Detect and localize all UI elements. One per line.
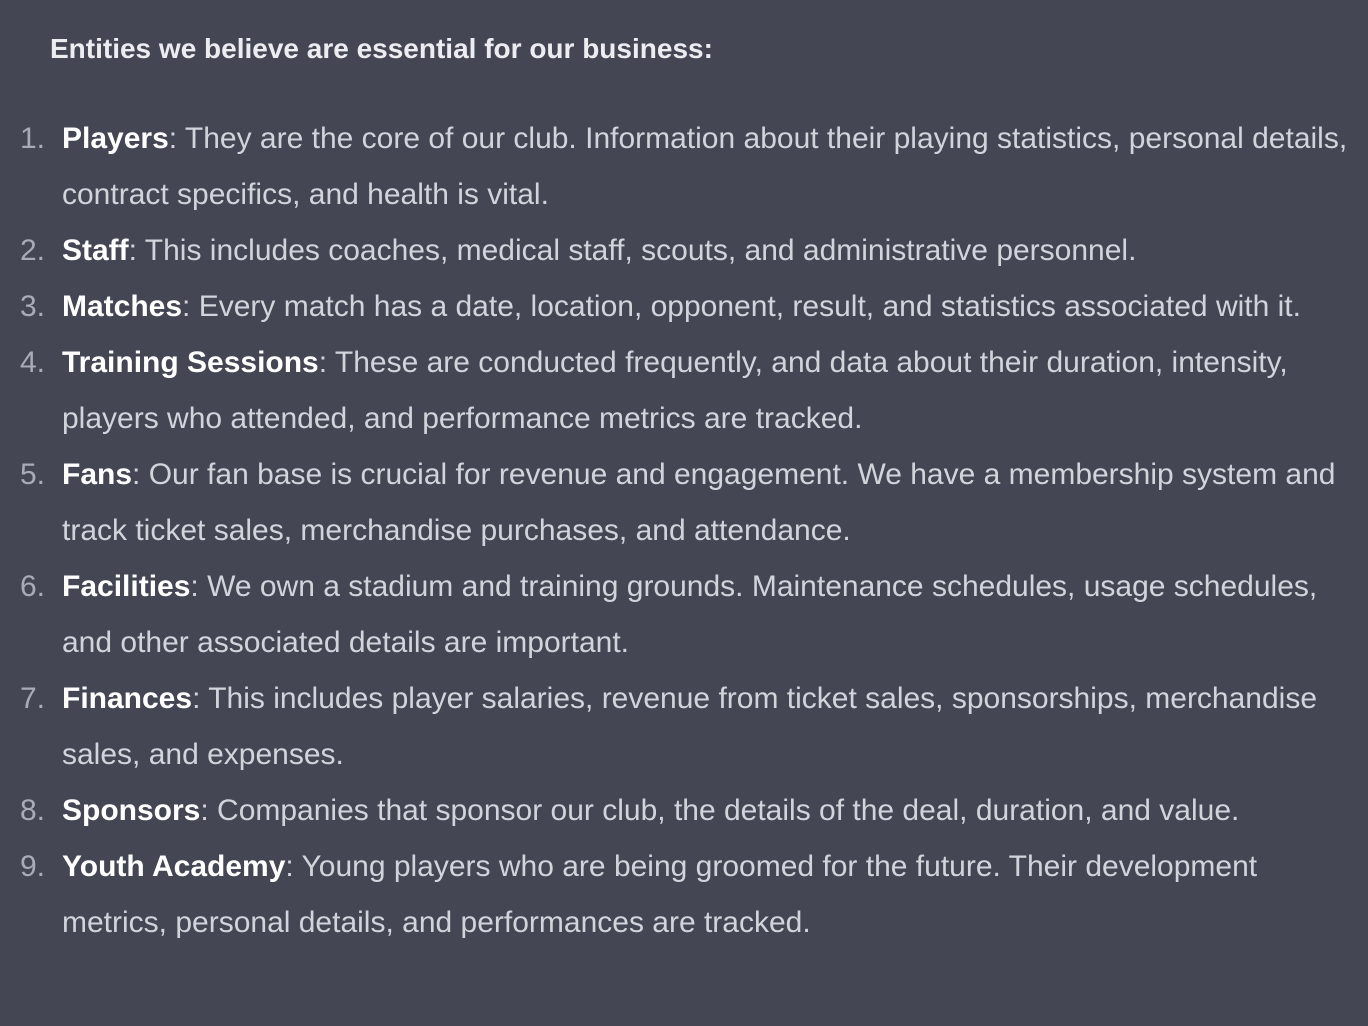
list-number: 6. [20,570,46,603]
list-number: 9. [20,850,46,883]
entity-name: Facilities [62,570,191,603]
list-number: 7. [20,682,46,715]
list-item: 6. Facilities: We own a stadium and train… [20,559,1368,671]
entity-description: : Companies that sponsor our club, the d… [200,794,1240,827]
entity-description: : We own a stadium and training grounds.… [62,570,1318,659]
entity-description: : Every match has a date, location, oppo… [182,290,1301,323]
message-content: Entities we believe are essential for ou… [0,0,1368,1026]
entity-name: Training Sessions [62,346,319,379]
list-number: 5. [20,458,46,491]
entity-name: Fans [62,458,133,491]
list-number: 3. [20,290,46,323]
section-heading: Entities we believe are essential for ou… [50,33,713,64]
list-item: 4. Training Sessions: These are conducted… [20,335,1368,447]
entity-description: : They are the core of our club. Informa… [62,122,1348,211]
list-number: 1. [20,122,46,155]
list-item: 3. Matches: Every match has a date, locat… [20,279,1368,335]
list-item: 8. Sponsors: Companies that sponsor our c… [20,783,1368,839]
list-item: 2. Staff: This includes coaches, medical … [20,223,1368,279]
list-item: 9. Youth Academy: Young players who are b… [20,839,1368,951]
list-item: 5. Fans: Our fan base is crucial for reve… [20,447,1368,559]
entity-list: 1. Players: They are the core of our club… [20,111,1368,951]
entity-description: : This includes coaches, medical staff, … [128,234,1137,267]
list-number: 8. [20,794,46,827]
entity-name: Players [62,122,169,155]
entity-name: Matches [62,290,183,323]
entity-name: Staff [62,234,129,267]
entity-name: Sponsors [62,794,201,827]
entity-name: Finances [62,682,193,715]
entity-description: : Our fan base is crucial for revenue an… [62,458,1336,547]
entity-name: Youth Academy [62,850,286,883]
entity-description: : This includes player salaries, revenue… [62,682,1318,771]
list-number: 2. [20,234,46,267]
list-number: 4. [20,346,46,379]
list-item: 1. Players: They are the core of our club… [20,111,1368,223]
list-item: 7. Finances: This includes player salarie… [20,671,1368,783]
